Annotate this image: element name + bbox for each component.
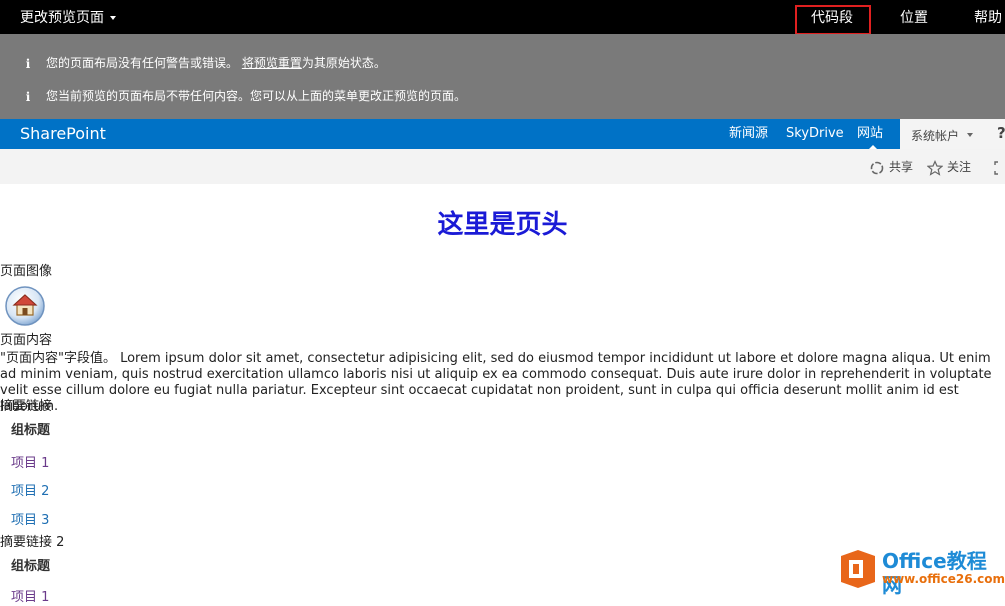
summary-links-label: 摘要链接 xyxy=(0,399,53,414)
suite-bar: SharePoint 新闻源 SkyDrive 网站 系统帐户 ? xyxy=(0,119,1005,149)
suite-link-newsfeed[interactable]: 新闻源 xyxy=(729,126,768,142)
star-icon xyxy=(927,159,943,176)
page-content-label: 页面内容 xyxy=(0,333,53,348)
chevron-down-icon xyxy=(110,16,116,20)
reset-preview-link[interactable]: 将预览重置 xyxy=(242,56,302,70)
summary-link-item-1[interactable]: 项目 1 xyxy=(11,456,49,472)
status-text-1: 您的页面布局没有任何警告或错误。 xyxy=(46,56,239,70)
group-title-2: 组标题 xyxy=(11,559,51,574)
home-icon xyxy=(5,286,45,326)
info-icon: i xyxy=(25,89,31,104)
focus-icon xyxy=(994,160,998,175)
summary-link-item-2[interactable]: 项目 2 xyxy=(11,484,49,500)
info-icon: i xyxy=(25,56,31,71)
status-bar: i 您的页面布局没有任何警告或错误。 将预览重置为其原始状态。 i 您当前预览的页面… xyxy=(0,34,1005,119)
summary-link-item-3[interactable]: 项目 3 xyxy=(11,513,49,529)
suite-link-sites[interactable]: 网站 xyxy=(857,126,883,142)
help-icon[interactable]: ? xyxy=(997,124,1005,142)
status-text-2: 您当前预览的页面布局不带任何内容。您可以从上面的菜单更改正预览的页面。 xyxy=(46,89,467,103)
status-text-1-suffix: 为其原始状态。 xyxy=(301,56,386,70)
watermark-url: www.office26.com xyxy=(882,572,1005,586)
group-title: 组标题 xyxy=(11,423,51,438)
follow-label: 关注 xyxy=(947,160,972,174)
change-preview-page-label: 更改预览页面 xyxy=(20,10,104,26)
top-bar: 更改预览页面 代码段 位置 帮助 xyxy=(0,0,1005,35)
ribbon-row: 共享 关注 xyxy=(0,149,1005,184)
sharepoint-brand[interactable]: SharePoint xyxy=(20,124,106,144)
page-header-title: 这里是页头 xyxy=(437,210,568,240)
page-content-text: "页面内容"字段值。 Lorem ipsum dolor sit amet, c… xyxy=(0,351,992,414)
summary-links-2-label: 摘要链接 2 xyxy=(0,535,65,550)
snippets-highlight-box xyxy=(795,5,871,35)
office-logo-icon xyxy=(841,550,875,588)
chevron-down-icon xyxy=(967,133,973,137)
share-button[interactable]: 共享 xyxy=(869,159,913,175)
menu-location[interactable]: 位置 xyxy=(900,9,928,27)
focus-button[interactable] xyxy=(993,159,1005,175)
status-row-2: i 您当前预览的页面布局不带任何内容。您可以从上面的菜单更改正预览的页面。 xyxy=(22,87,466,105)
menu-help[interactable]: 帮助 xyxy=(974,9,1002,27)
share-label: 共享 xyxy=(889,160,914,174)
follow-button[interactable]: 关注 xyxy=(927,159,972,176)
summary-link-2-item-1[interactable]: 项目 1 xyxy=(11,590,49,606)
status-row-1: i 您的页面布局没有任何警告或错误。 将预览重置为其原始状态。 xyxy=(22,54,386,72)
account-name: 系统帐户 xyxy=(911,129,960,143)
office26-watermark: Office教程网 www.office26.com xyxy=(840,549,1005,597)
account-menu[interactable]: 系统帐户 ? xyxy=(900,119,1005,149)
share-icon xyxy=(870,161,884,174)
change-preview-page-menu[interactable]: 更改预览页面 xyxy=(20,9,116,27)
page-image-label: 页面图像 xyxy=(0,264,53,279)
suite-link-skydrive[interactable]: SkyDrive xyxy=(786,126,844,142)
